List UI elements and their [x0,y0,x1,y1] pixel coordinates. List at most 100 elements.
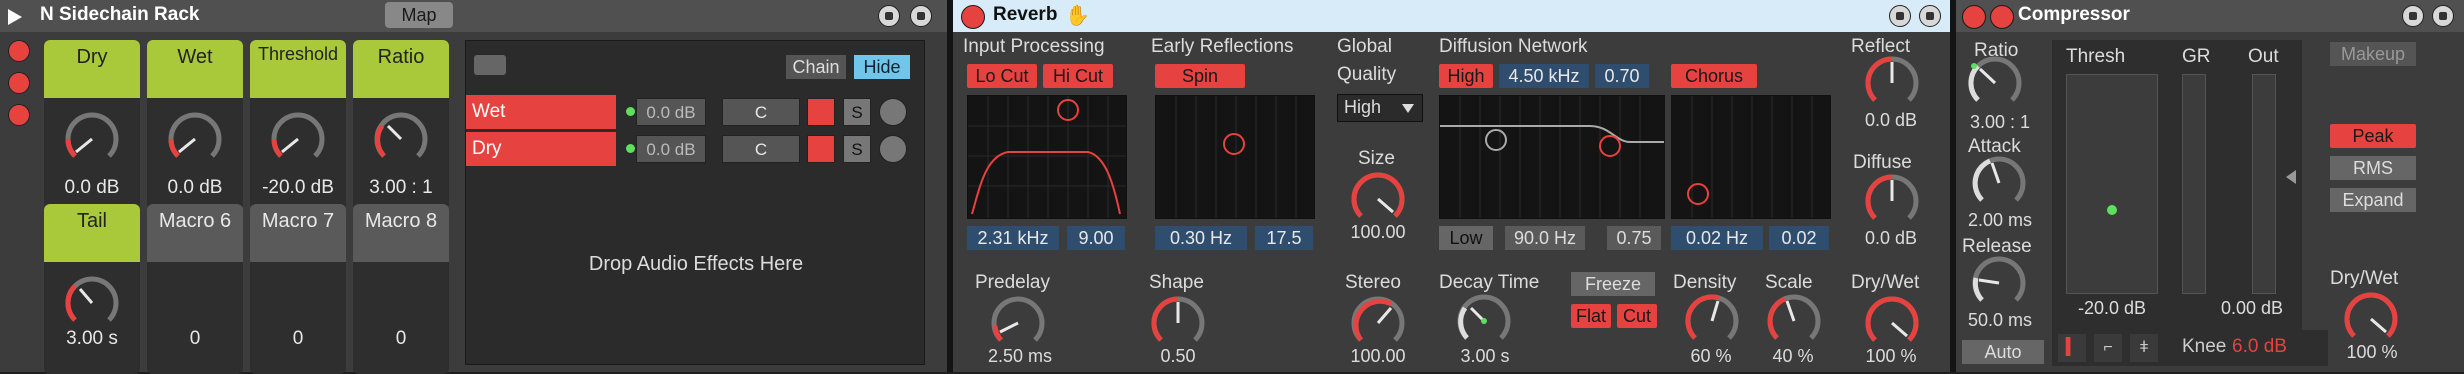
cut-button[interactable]: Cut [1617,304,1657,328]
macro-ratio[interactable]: Ratio 3.00 : 1 [353,40,449,210]
macro-knob[interactable] [374,112,428,166]
chain-expand-icon[interactable] [474,55,506,75]
macro-7[interactable]: Macro 7 0 [250,204,346,374]
quality-value: High [1344,97,1382,117]
chain-pan[interactable]: C [722,98,800,126]
chain-row-wet[interactable]: Wet 0.0 dB C S [466,95,928,129]
macro-label: Ratio [353,40,449,98]
chain-volume[interactable]: 0.0 dB [636,98,706,126]
compressor-power-icon[interactable] [1962,5,1986,29]
low-freq-value[interactable]: 90.0 Hz [1505,226,1585,250]
diffusion-shelf-display[interactable] [1439,95,1665,219]
macro-6[interactable]: Macro 6 0 [147,204,243,374]
chain-solo[interactable]: S [843,135,871,163]
macro-8[interactable]: Macro 8 0 [353,204,449,374]
chain-pan[interactable]: C [722,135,800,163]
chain-hot-swap-icon[interactable] [879,135,907,163]
chain-name[interactable]: Dry [466,132,616,166]
chain-activator-icon[interactable] [626,107,635,116]
low-amount-value[interactable]: 0.75 [1607,226,1661,250]
high-freq-value[interactable]: 4.50 kHz [1499,64,1589,88]
speaker-icon[interactable] [807,98,835,126]
rack-save-preset-icon[interactable] [910,5,932,27]
collapsed-view-icon[interactable]: ǂ [2130,334,2158,362]
attack-knob[interactable] [1972,156,2026,210]
macro-knob[interactable] [65,276,119,330]
knee-value[interactable]: 6.0 dB [2232,336,2287,358]
low-button[interactable]: Low [1439,226,1493,250]
hide-button[interactable]: Hide [854,55,910,79]
chorus-rate-value[interactable]: 0.02 Hz [1671,226,1763,250]
macro-tail[interactable]: Tail 3.00 s [44,204,140,374]
chorus-button[interactable]: Chorus [1671,64,1757,88]
chain-hot-swap-icon[interactable] [879,98,907,126]
rack-chain-view-icon[interactable] [8,72,30,94]
diffuse-knob[interactable] [1865,174,1919,228]
macro-dry[interactable]: Dry 0.0 dB [44,40,140,210]
freeze-button[interactable]: Freeze [1571,272,1655,296]
rms-button[interactable]: RMS [2330,156,2416,180]
drop-effects-area[interactable]: Drop Audio Effects Here [466,253,926,276]
decay-time-knob[interactable] [1457,294,1511,348]
compressor-menu-icon[interactable] [1990,5,2014,29]
ratio-knob[interactable] [1968,56,2022,110]
input-width-value[interactable]: 9.00 [1067,226,1125,250]
reverb-hot-swap-icon[interactable] [1889,5,1911,27]
chain-activator-icon[interactable] [626,144,635,153]
spin-rate-value[interactable]: 0.30 Hz [1155,226,1247,250]
makeup-button[interactable]: Makeup [2330,42,2416,66]
auto-button[interactable]: Auto [1962,340,2044,364]
scale-knob[interactable] [1767,294,1821,348]
early-reflections-display[interactable] [1155,95,1315,219]
macro-knob[interactable] [168,112,222,166]
compressor-save-preset-icon[interactable] [2432,5,2454,27]
collapse-arrow-icon[interactable] [2286,170,2296,184]
compressor-drywet-knob[interactable] [2344,292,2398,346]
activity-view-icon[interactable]: ▍ [2058,334,2086,362]
lo-cut-button[interactable]: Lo Cut [967,64,1037,88]
chorus-display[interactable] [1671,95,1831,219]
reflect-knob[interactable] [1865,56,1919,110]
macro-knob[interactable] [65,112,119,166]
chain-solo[interactable]: S [843,98,871,126]
reverb-power-icon[interactable] [961,5,985,29]
stereo-knob[interactable] [1351,296,1405,350]
drywet-knob[interactable] [1865,296,1919,350]
chain-row-dry[interactable]: Dry 0.0 dB C S [466,132,928,166]
rack-device-view-icon[interactable] [8,104,30,126]
rack-hot-swap-icon[interactable] [878,5,900,27]
high-button[interactable]: High [1439,64,1493,88]
chain-name[interactable]: Wet [466,95,616,129]
chorus-amount-value[interactable]: 0.02 [1769,226,1829,250]
quality-select[interactable]: High [1337,94,1423,122]
density-knob[interactable] [1685,294,1739,348]
rack-macro-view-icon[interactable] [8,40,30,62]
macro-threshold[interactable]: Threshold -20.0 dB [250,40,346,210]
rack-collapse-icon[interactable] [8,9,22,25]
thresh-meter[interactable] [2066,74,2158,294]
reverb-save-preset-icon[interactable] [1919,5,1941,27]
speaker-icon[interactable] [807,135,835,163]
input-freq-value[interactable]: 2.31 kHz [967,226,1059,250]
out-meter[interactable] [2252,74,2276,294]
high-amount-value[interactable]: 0.70 [1595,64,1649,88]
spin-amount-value[interactable]: 17.5 [1255,226,1313,250]
expand-button[interactable]: Expand [2330,188,2416,212]
hi-cut-button[interactable]: Hi Cut [1043,64,1113,88]
transfer-view-icon[interactable]: ⌐ [2094,334,2122,362]
chain-tab[interactable]: Chain [786,55,846,79]
spin-button[interactable]: Spin [1155,64,1245,88]
thresh-slider-icon[interactable] [2107,205,2117,215]
size-knob[interactable] [1351,172,1405,226]
flat-button[interactable]: Flat [1571,304,1611,328]
compressor-hot-swap-icon[interactable] [2402,5,2424,27]
chain-volume[interactable]: 0.0 dB [636,135,706,163]
macro-knob[interactable] [271,112,325,166]
shape-knob[interactable] [1151,296,1205,350]
predelay-knob[interactable] [991,296,1045,350]
input-filter-display[interactable] [967,95,1127,219]
peak-button[interactable]: Peak [2330,124,2416,148]
release-knob[interactable] [1972,256,2026,310]
map-button[interactable]: Map [385,2,453,28]
macro-wet[interactable]: Wet 0.0 dB [147,40,243,210]
